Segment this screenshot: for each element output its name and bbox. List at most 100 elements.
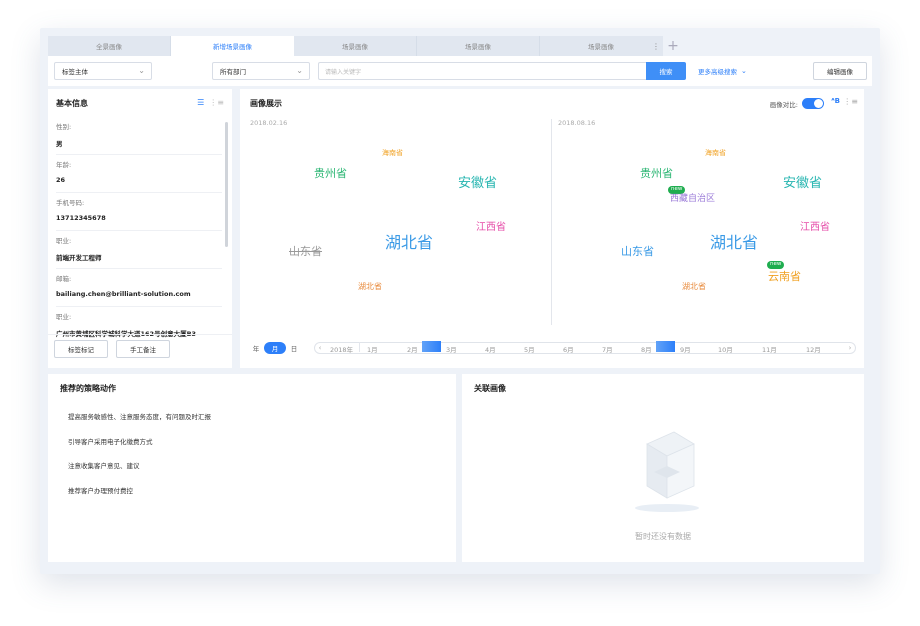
scrollbar[interactable] [225,122,228,247]
compare-label: 画像对比: [769,100,798,109]
word-hubei-small[interactable]: 湖北省 [682,283,706,291]
tab-panorama[interactable]: 全景画像 [48,36,171,56]
month-label[interactable]: 11月 [762,344,777,354]
info-actions: 标签标记 手工备注 [54,340,170,358]
selected-month-right[interactable] [656,341,675,352]
tab-bar: 全景画像 新增场景画像 场景画像 场景画像 场景画像 ⋮ + [48,36,880,56]
word-jiangxi[interactable]: 江西省 [800,223,830,233]
field-value: bailiang.chen@brilliant-solution.com [56,290,191,298]
month-label[interactable]: 10月 [718,344,733,354]
advanced-search-label: 更多高级搜索 [698,68,737,76]
word-tibet[interactable]: 西藏自治区 [670,195,715,204]
word-hainan[interactable]: 海南省 [705,150,726,157]
unit-year[interactable]: 年 [250,342,262,354]
word-hubei-large[interactable]: 湖北省 [710,235,758,251]
actions-title: 推荐的策略动作 [60,384,116,393]
department-select[interactable]: 所有部门 ⌄ [212,62,310,80]
field-label: 职业: [56,313,72,321]
month-label[interactable]: 2月 [407,344,418,354]
info-field-job: 职业: 前端开发工程师 [56,231,222,269]
field-label: 年龄: [56,161,72,169]
info-fields: 性别: 男 年龄: 26 手机号码: 13712345678 职业: 前端开发工… [56,117,222,345]
month-label[interactable]: 12月 [806,344,821,354]
list-icon[interactable]: ⋮≡ [843,97,858,106]
month-label[interactable]: 1月 [367,344,378,354]
date-left: 2018.02.16 [250,119,288,127]
chevron-down-icon: ⌄ [296,66,303,75]
action-item: 提高服务敏感性、注意服务态度，有问题及时汇报 [68,413,211,421]
subject-select[interactable]: 标签主体 ⌄ [54,62,152,80]
list-view-icon[interactable]: ☰ [197,98,204,107]
toolbar: 标签主体 ⌄ 所有部门 ⌄ 请输入关键字 搜索 更多高级搜索 ⌄ 编辑画像 [48,56,872,86]
chevron-down-icon: ⌄ [138,66,145,75]
field-value: 13712345678 [56,214,106,222]
search-input[interactable]: 请输入关键字 [318,62,648,80]
ab-compare-icon[interactable]: ᴬB [831,97,840,105]
manual-note-button[interactable]: 手工备注 [116,340,170,358]
selected-month-left[interactable] [422,341,441,352]
next-arrow-icon[interactable]: › [844,342,856,354]
month-label[interactable]: 5月 [524,344,535,354]
field-label: 性别: [56,123,72,131]
month-label[interactable]: 7月 [602,344,613,354]
month-label[interactable]: 8月 [641,344,652,354]
month-label[interactable]: 6月 [563,344,574,354]
month-label[interactable]: 3月 [446,344,457,354]
word-shandong-removed[interactable]: 山东省 [289,246,322,257]
word-hubei-small[interactable]: 湖北省 [358,283,382,291]
view-toggle: ☰ ⋮≡ [197,98,224,107]
word-hubei-large[interactable]: 湖北省 [385,235,433,251]
tab-scene-2[interactable]: 场景画像 [417,36,540,56]
empty-state-text: 暂时还没有数据 [635,532,691,541]
add-tab-icon[interactable]: + [663,36,683,56]
word-yunnan[interactable]: 云南省 [768,271,801,282]
search-button[interactable]: 搜索 [646,62,686,80]
divider [359,342,360,352]
advanced-search-link[interactable]: 更多高级搜索 ⌄ [698,62,747,80]
more-vertical-icon[interactable]: ⋮ [649,36,663,56]
field-value: 男 [56,140,63,148]
info-field-phone: 手机号码: 13712345678 [56,193,222,231]
new-badge: new [668,186,686,194]
word-hainan[interactable]: 海南省 [382,150,403,157]
info-field-email: 邮箱: bailiang.chen@brilliant-solution.com [56,269,222,307]
tag-mark-button[interactable]: 标签标记 [54,340,108,358]
prev-arrow-icon[interactable]: ‹ [314,342,326,354]
action-item: 推荐客户办理预付费控 [68,487,133,495]
month-label[interactable]: 4月 [485,344,496,354]
subject-select-value: 标签主体 [62,68,88,76]
basic-info-panel: 基本信息 ☰ ⋮≡ 性别: 男 年龄: 26 手机号码: 13712345678… [48,89,232,368]
edit-portrait-button[interactable]: 编辑画像 [813,62,867,80]
empty-box-icon [635,431,699,512]
word-guizhou[interactable]: 贵州省 [640,168,673,179]
related-portraits-panel: 关联画像 暂时还没有数据 [462,374,864,562]
basic-info-title: 基本信息 [56,99,88,108]
info-field-gender: 性别: 男 [56,117,222,155]
tab-scene-1[interactable]: 场景画像 [294,36,417,56]
related-title: 关联画像 [474,384,506,393]
action-item: 引导客户采用电子化缴费方式 [68,438,153,446]
compare-toggle[interactable] [802,98,824,109]
app-window: 全景画像 新增场景画像 场景画像 场景画像 场景画像 ⋮ + 标签主体 ⌄ 所有… [40,28,880,574]
unit-month[interactable]: 月 [264,342,286,354]
month-label[interactable]: 9月 [680,344,691,354]
detail-view-icon[interactable]: ⋮≡ [209,98,224,107]
field-label: 职业: [56,237,72,245]
field-value: 前端开发工程师 [56,254,102,262]
compare-control: 画像对比: [770,98,824,109]
divider [551,119,552,325]
tab-new-scene[interactable]: 新增场景画像 [171,36,294,56]
word-anhui[interactable]: 安徽省 [458,177,497,190]
chevron-down-icon: ⌄ [741,67,747,75]
field-label: 手机号码: [56,199,85,207]
unit-day[interactable]: 日 [288,342,300,354]
tab-scene-3[interactable]: 场景画像 [540,36,663,56]
word-anhui[interactable]: 安徽省 [783,177,822,190]
field-label: 邮箱: [56,275,72,283]
action-item: 注意收集客户意见、建议 [68,462,140,470]
department-select-value: 所有部门 [220,68,246,76]
word-jiangxi[interactable]: 江西省 [476,223,506,233]
word-shandong[interactable]: 山东省 [621,246,654,257]
portrait-panel: 画像展示 画像对比: ᴬB ⋮≡ 2018.02.16 2018.08.16 海… [240,89,864,368]
word-guizhou[interactable]: 贵州省 [314,168,347,179]
